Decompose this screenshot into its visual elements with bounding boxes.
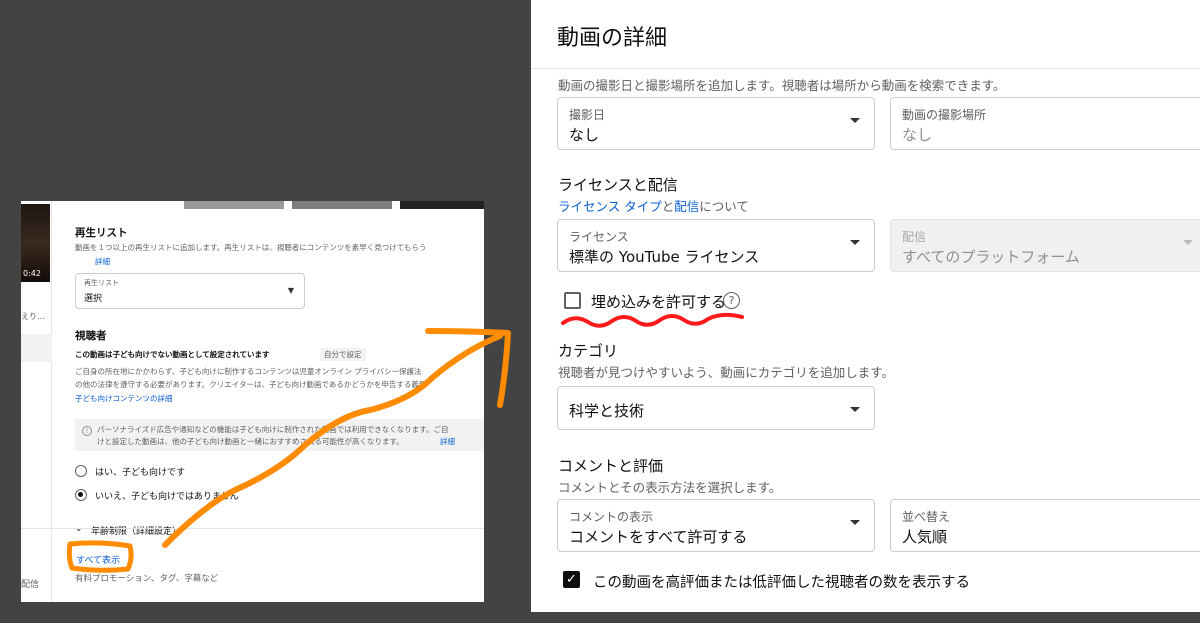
- distribution-value: すべてのプラットフォーム: [902, 248, 1080, 266]
- distribution-caption: 配信: [902, 230, 927, 244]
- comments-desc: コメントとその表示方法を選択します。: [558, 480, 782, 495]
- license-caption: ライセンス: [569, 230, 629, 244]
- status-badge: 自分で設定: [320, 348, 366, 361]
- duration-label: 0:42: [23, 269, 41, 278]
- playlist-heading: 再生リスト: [75, 227, 128, 239]
- chevron-down-icon[interactable]: ⌄: [75, 524, 83, 534]
- sort-by-select[interactable]: 並べ替え 人気順: [890, 499, 1200, 552]
- radio-yes-label: はい、子ども向けです: [95, 468, 186, 478]
- comments-heading: コメントと評価: [558, 457, 664, 475]
- chevron-down-icon: [850, 520, 860, 525]
- recording-date-caption: 撮影日: [569, 108, 606, 122]
- radio-made-for-kids-yes[interactable]: [75, 465, 87, 477]
- license-select[interactable]: ライセンス 標準の YouTube ライセンス: [557, 219, 875, 272]
- info-text-1: パーソナライズド広告や通知などの機能は子ども向けに制作された動画では利用できなく…: [97, 425, 449, 434]
- radio-made-for-kids-no[interactable]: [75, 489, 87, 501]
- location-desc: 動画の撮影日と撮影場所を追加します。視聴者は場所から動画を検索できます。: [558, 78, 1006, 93]
- category-value: 科学と技術: [569, 402, 645, 420]
- sidebar-text: えり…: [21, 312, 45, 321]
- playlist-desc: 動画を１つ以上の再生リストに追加します。再生リストは、視聴者にコンテンツを素早く…: [75, 243, 427, 252]
- distribution-link[interactable]: 配信: [674, 199, 699, 214]
- video-thumbnail[interactable]: 0:42: [21, 204, 50, 282]
- allow-embedding-checkbox[interactable]: [564, 292, 581, 309]
- distribution-select: 配信 すべてのプラットフォーム: [890, 219, 1200, 272]
- category-select[interactable]: 科学と技術: [557, 386, 875, 430]
- chevron-down-icon: [850, 407, 860, 412]
- show-rating-count-label: この動画を高評価または低評価した視聴者の数を表示する: [593, 575, 970, 591]
- video-location-caption: 動画の撮影場所: [902, 108, 987, 122]
- divider: [21, 528, 484, 529]
- comment-visibility-select[interactable]: コメントの表示 コメントをすべて許可する: [557, 499, 875, 552]
- audience-desc-2: の他の法律を遵守する必要があります。クリエイターは、子ども向け動画であるかどうか…: [75, 380, 427, 389]
- license-value: 標準の YouTube ライセンス: [569, 248, 760, 266]
- chevron-down-icon: [1183, 240, 1193, 245]
- radio-no-label: いいえ、子ども向けではありません: [95, 492, 239, 502]
- audience-status: この動画は子ども向けでない動画として設定されています: [75, 350, 270, 359]
- allow-embedding-label: 埋め込みを許可する: [591, 293, 727, 311]
- category-desc: 視聴者が見つけやすいよう、動画にカテゴリを追加します。: [558, 365, 895, 380]
- page-title: 動画の詳細: [557, 26, 668, 51]
- sort-by-value: 人気順: [902, 528, 948, 546]
- more-settings-desc: 有料プロモーション、タグ、字幕など: [75, 574, 219, 584]
- info-text-2: けと設定した動画は、他の子ども向け動画と一緒におすすめされる可能性が高くなります…: [97, 437, 404, 446]
- chevron-down-icon: [850, 118, 860, 123]
- license-heading: ライセンスと配信: [558, 176, 678, 194]
- show-all-link[interactable]: すべて表示: [76, 553, 120, 566]
- audience-heading: 視聴者: [75, 330, 107, 342]
- video-location-input[interactable]: 動画の撮影場所 なし: [890, 97, 1200, 150]
- video-location-value: なし: [902, 126, 933, 144]
- sort-by-caption: 並べ替え: [902, 510, 951, 524]
- recording-date-value: なし: [569, 126, 600, 144]
- audience-desc-1: ご自身の所在地にかかわらず、子ども向けに制作するコンテンツは児童オンライン プラ…: [75, 367, 422, 376]
- chevron-down-icon: [850, 240, 860, 245]
- category-heading: カテゴリ: [558, 342, 619, 360]
- left-screenshot: 0:42 えり… 配信 再生リスト 動画を１つ以上の再生リストに追加します。再生…: [21, 201, 484, 602]
- license-type-link[interactable]: ライセンス タイプ: [558, 199, 662, 214]
- age-restriction-toggle[interactable]: 年齢制限（詳細設定）: [91, 524, 181, 537]
- right-screenshot: 動画の詳細 動画の撮影日と撮影場所を追加します。視聴者は場所から動画を検索できま…: [531, 0, 1200, 612]
- license-suffix-text: について: [699, 199, 749, 214]
- recording-date-select[interactable]: 撮影日 なし: [557, 97, 875, 150]
- playlist-select-value: 選択: [84, 294, 103, 304]
- playlist-more-link[interactable]: 詳細: [95, 256, 110, 267]
- info-more-link[interactable]: 詳細: [440, 436, 455, 447]
- license-and-text: と: [661, 199, 675, 214]
- playlist-select-caption: 再生リスト: [84, 279, 119, 287]
- sidebar-item-selected[interactable]: [21, 334, 52, 362]
- kids-content-link[interactable]: 子ども向けコンテンツの詳細: [75, 393, 173, 404]
- info-icon: !: [82, 426, 92, 436]
- comment-visibility-value: コメントをすべて許可する: [569, 528, 748, 546]
- left-sidebar: 0:42 えり… 配信: [21, 201, 52, 602]
- sidebar-item-distribution[interactable]: 配信: [21, 577, 39, 590]
- comment-visibility-caption: コメントの表示: [569, 510, 654, 524]
- chevron-down-icon: ▼: [287, 286, 294, 295]
- help-icon[interactable]: ?: [723, 292, 740, 309]
- playlist-select[interactable]: 再生リスト 選択 ▼: [75, 273, 305, 309]
- dialog-header: 動画の詳細: [531, 0, 1200, 69]
- show-rating-count-checkbox[interactable]: ✓: [563, 571, 580, 588]
- top-thumbnails: [184, 201, 484, 209]
- info-box: ! パーソナライズド広告や通知などの機能は子ども向けに制作された動画では利用でき…: [75, 419, 484, 451]
